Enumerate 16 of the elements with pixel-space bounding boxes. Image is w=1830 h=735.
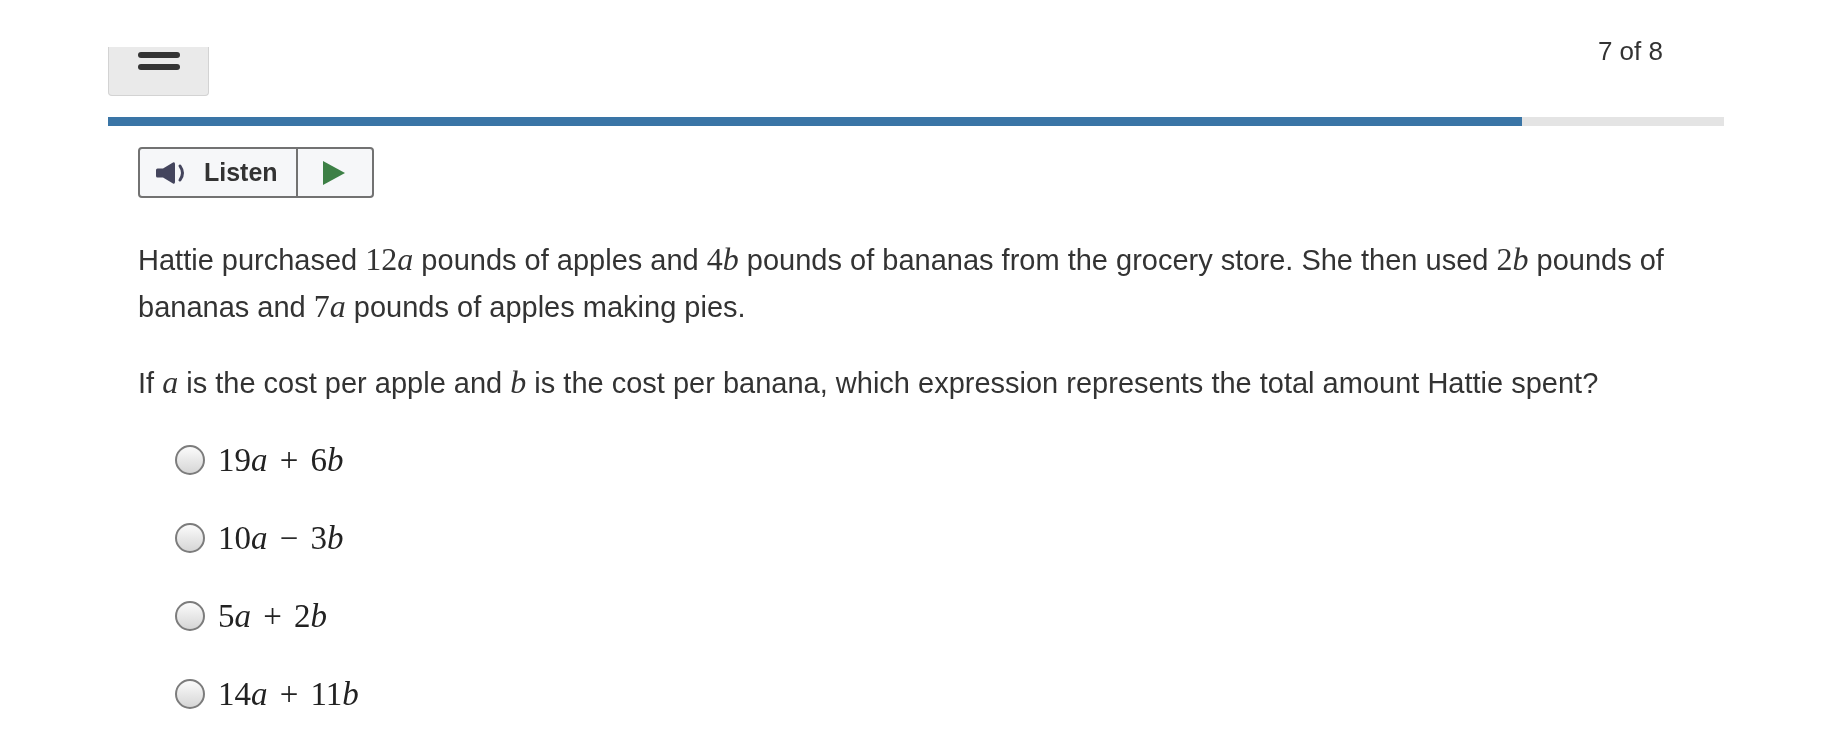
question-text: If a is the cost per apple and b is the cost per banana, which expression represents the total amount Hattie spent? (138, 363, 1600, 402)
radio-button[interactable] (175, 445, 205, 475)
radio-button[interactable] (175, 679, 205, 709)
answer-label: 19a + 6b (218, 441, 344, 480)
play-button[interactable] (298, 147, 374, 198)
answer-label: 10a − 3b (218, 519, 344, 558)
answer-label: 14a + 11b (218, 675, 359, 714)
menu-button[interactable] (108, 47, 209, 96)
answer-label: 5a + 2b (218, 597, 328, 636)
play-icon (323, 160, 345, 185)
page-counter: 7 of 8 (1597, 38, 1663, 64)
question-text: Hattie purchased 12a pounds of apples and 4b pounds of bananas from the grocery store. She then used 2b pounds of bananas and 7a pounds of apples making pies. (138, 240, 1665, 326)
radio-button[interactable] (175, 601, 205, 631)
radio-button[interactable] (175, 523, 205, 553)
listen-button[interactable]: Listen (138, 147, 298, 198)
menu-icon (137, 52, 180, 70)
